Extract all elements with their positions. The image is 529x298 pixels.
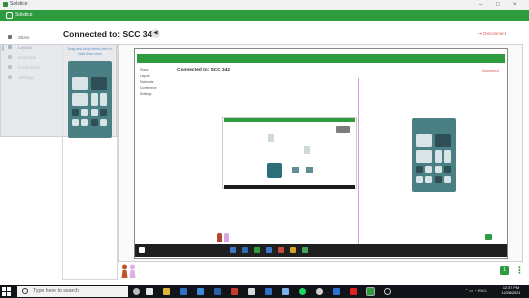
taskbar-clock[interactable]: 12:37 PM 12/28/2021 (501, 286, 521, 296)
share-icon (8, 35, 12, 39)
nested-screen-brand-bar (224, 118, 355, 122)
phone-screenshot-thumbnail[interactable] (68, 61, 112, 138)
mail-icon[interactable] (197, 288, 204, 295)
nested-screen-tile (267, 163, 282, 178)
taskbar-app-icon (278, 247, 284, 253)
taskbar-app-icon (266, 247, 272, 253)
tray-language: ENG (477, 288, 487, 293)
phone-screenshot-remote (412, 118, 456, 192)
windows-start-icon (139, 247, 145, 253)
solstice-taskbar-icon[interactable] (366, 287, 375, 296)
close-button[interactable]: × (513, 1, 517, 9)
taskbar-app-icon (302, 247, 308, 253)
task-view-icon[interactable] (146, 288, 153, 295)
app-icon[interactable] (333, 288, 340, 295)
shared-screen-heading: Connected to: SCC 342 (177, 68, 231, 73)
window-title: Solstice (10, 1, 28, 7)
taskbar-app-icon (230, 247, 236, 253)
more-vertical-icon[interactable]: ⋮ (515, 265, 524, 275)
shared-screen-brand-bar (137, 54, 505, 63)
shared-screen-taskbar (135, 244, 507, 257)
app-icon (3, 2, 8, 7)
nested-screen-tile (292, 167, 299, 173)
nested-screen-tile (306, 167, 313, 173)
microphone-icon[interactable] (133, 288, 140, 295)
shared-screen-nav-item: Settings (140, 92, 152, 96)
brand-bar: Solstice (0, 10, 529, 21)
outlook-icon[interactable] (265, 288, 272, 295)
speaker-icon[interactable]: ◀ (151, 29, 160, 38)
user-avatar-icon[interactable] (129, 264, 136, 278)
app-icon[interactable] (384, 288, 391, 295)
shared-screen-chip (485, 234, 492, 240)
window-titlebar: Solstice – □ × (0, 0, 529, 10)
spotify-icon[interactable] (299, 288, 306, 295)
system-tray[interactable]: ⌃ ▭ ◔ ENG (465, 288, 487, 293)
user-avatar-icon[interactable] (121, 264, 128, 278)
brand-label: Solstice (15, 12, 33, 18)
disconnect-button[interactable]: ⇥ Disconnect (478, 31, 506, 37)
taskbar-app-icon (290, 247, 296, 253)
word-icon[interactable] (214, 288, 221, 295)
acrobat-icon[interactable] (350, 288, 357, 295)
file-explorer-icon[interactable] (163, 288, 170, 295)
user-avatar-icon (224, 233, 229, 242)
clock-date: 12/28/2021 (501, 291, 521, 295)
nested-screen-button (336, 126, 350, 133)
nested-screen-tile (304, 146, 310, 154)
participant-count-badge[interactable]: 1 (500, 266, 509, 275)
taskbar-app-icon (242, 247, 248, 253)
disconnect-label: Disconnect (483, 31, 506, 36)
page-title: Connected to: SCC 342 (63, 29, 157, 39)
settings-icon[interactable] (316, 288, 323, 295)
taskbar-app-icon (254, 247, 260, 253)
powerpoint-icon[interactable] (231, 288, 238, 295)
maximize-button[interactable]: □ (496, 1, 500, 9)
nested-screen-taskbar (224, 185, 355, 189)
sidebar-item-label: Share (18, 35, 30, 40)
drop-zone-hint: Drag and drop items here to hide from vi… (67, 47, 113, 56)
app-icon[interactable] (248, 288, 255, 295)
edge-icon[interactable] (180, 288, 187, 295)
windows-start-icon[interactable] (2, 287, 11, 296)
solstice-logo-icon (6, 12, 13, 19)
shared-screen-disconnect: Disconnect (482, 69, 499, 73)
app-icon[interactable] (282, 288, 289, 295)
minimize-button[interactable]: – (479, 1, 482, 9)
nested-screen-tile (268, 134, 274, 142)
user-avatar-icon (217, 233, 222, 242)
search-icon (22, 288, 28, 294)
sidebar-item-share[interactable]: Share (0, 33, 60, 42)
shared-screen-sidebar: Share Layout Moderate Conference Setting… (140, 68, 170, 98)
search-placeholder: Type here to search (33, 288, 79, 294)
shared-screen-divider (358, 78, 359, 248)
